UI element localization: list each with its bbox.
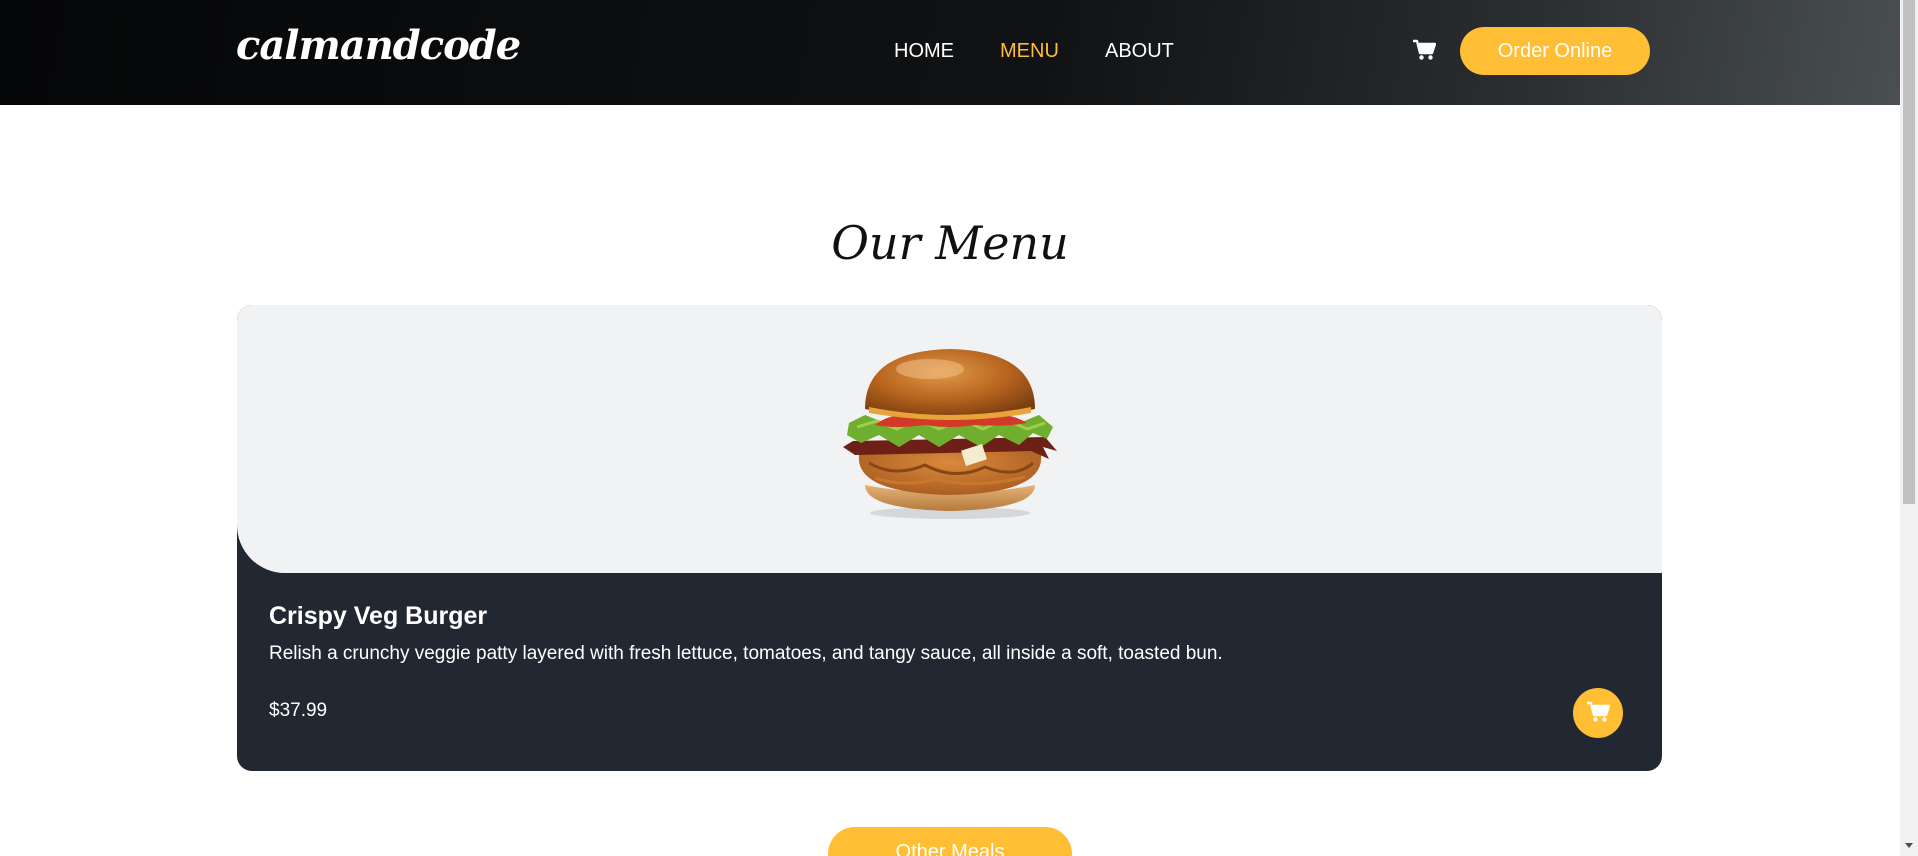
menu-item-image-area (237, 305, 1662, 573)
cart-icon (1586, 701, 1611, 726)
menu-item-price: $37.99 (269, 700, 328, 721)
burger-image (843, 349, 1057, 519)
nav-link-menu[interactable]: MENU (1000, 40, 1059, 63)
scroll-down-arrow-icon[interactable] (1905, 843, 1913, 848)
scrollbar[interactable] (1900, 0, 1918, 856)
cart-icon[interactable] (1412, 39, 1437, 61)
scrollbar-thumb[interactable] (1903, 0, 1915, 504)
section-title: Our Menu (831, 216, 1069, 270)
menu-item-description: Relish a crunchy veggie patty layered wi… (269, 643, 1223, 664)
menu-item-card: Crispy Veg Burger Relish a crunchy veggi… (237, 305, 1662, 771)
menu-item-name: Crispy Veg Burger (269, 602, 488, 630)
order-online-button[interactable]: Order Online (1460, 27, 1650, 75)
other-meals-button[interactable]: Other Meals (828, 827, 1072, 856)
add-to-cart-button[interactable] (1573, 688, 1623, 738)
page: calmandcode HOME MENU ABOUT Order Online… (0, 0, 1900, 856)
nav-link-home[interactable]: HOME (894, 40, 954, 63)
brand-logo[interactable]: calmandcode (236, 22, 521, 69)
navbar: calmandcode HOME MENU ABOUT Order Online (0, 0, 1900, 105)
nav-link-about[interactable]: ABOUT (1105, 40, 1174, 63)
